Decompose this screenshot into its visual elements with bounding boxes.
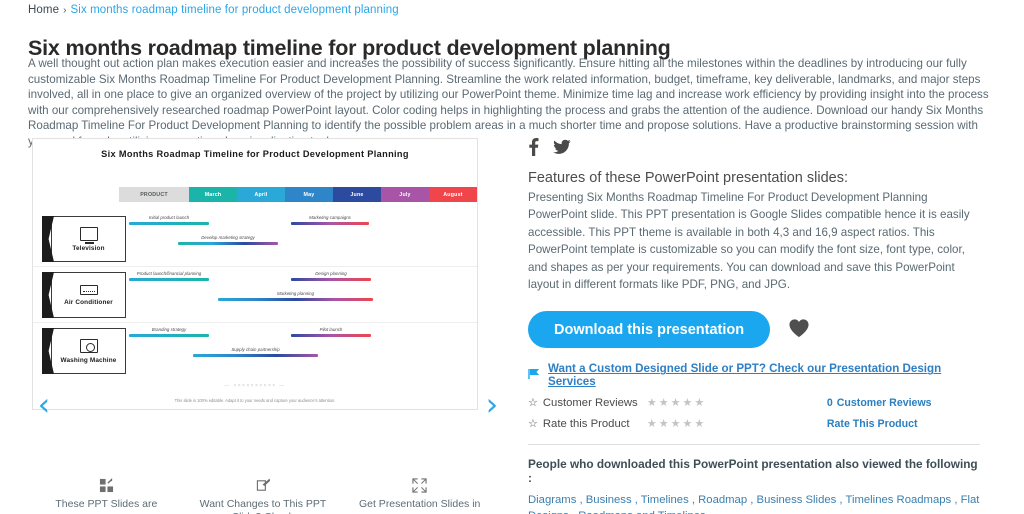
customer-review-stars: ★★★★★ <box>646 396 707 410</box>
breadcrumb-home[interactable]: Home <box>28 4 59 16</box>
review-count-label: Customer Reviews <box>836 396 932 409</box>
feature-item-formats[interactable]: Get Presentation Slides in <box>341 475 498 514</box>
washing-machine-icon <box>79 338 98 353</box>
timeline-bar: Product launch/financial planning <box>129 271 209 281</box>
slide-month-header: PRODUCT March April May June July August <box>119 187 477 202</box>
heart-icon[interactable] <box>788 318 810 342</box>
product-page: Home › Six months roadmap timeline for pro… <box>0 0 1024 514</box>
custom-design-link[interactable]: Want a Custom Designed Slide or PPT? Che… <box>548 362 980 388</box>
bottom-feature-strip: These PPT Slides are Want Changes to Thi… <box>28 475 498 514</box>
slide-month-may: May <box>285 187 333 202</box>
product-card-washing-machine: Washing Machine <box>51 328 126 374</box>
timeline-bar-fill <box>129 333 209 337</box>
timeline-bar-fill <box>291 277 371 281</box>
customer-reviews-label: Customer Reviews <box>542 396 638 409</box>
timeline-bar: Initial product launch <box>129 215 209 225</box>
timeline-bar-label: Branding strategy <box>151 327 187 332</box>
twitter-icon[interactable] <box>553 139 571 159</box>
slide-footnote: This slide is 100% editable. Adapt it to… <box>174 398 336 403</box>
star-outline-icon: ☆ <box>528 417 538 431</box>
breadcrumb-separator-icon: › <box>63 5 67 16</box>
slide-month-july: July <box>381 187 429 202</box>
product-label: Television <box>72 244 105 252</box>
features-heading: Features of these PowerPoint presentatio… <box>528 170 848 186</box>
slides-customizable-icon <box>28 475 185 495</box>
timeline-bar: Pilot launch <box>291 327 371 337</box>
custom-design-row: Want a Custom Designed Slide or PPT? Che… <box>528 362 980 388</box>
customer-review-count-link[interactable]: 0 Customer Reviews <box>827 397 932 409</box>
timeline-bar-fill <box>178 241 278 245</box>
timeline-bar-fill <box>291 221 369 225</box>
customer-reviews-row: ☆ Customer Reviews ★★★★★ 0 Customer Revie… <box>528 396 980 409</box>
next-slide-arrow-icon[interactable]: › <box>480 388 504 422</box>
feature-item-changes[interactable]: Want Changes to This PPT Slide? Check <box>185 475 342 514</box>
product-label: Washing Machine <box>60 356 117 364</box>
rate-product-row: ☆ Rate this Product ★★★★★ Rate This Prod… <box>528 417 980 430</box>
rate-this-product-link[interactable]: Rate This Product <box>827 418 918 430</box>
flag-icon <box>528 368 540 383</box>
slide-month-june: June <box>333 187 381 202</box>
timeline-bar-fill <box>218 297 373 301</box>
features-body: Presenting Six Months Roadmap Timeline F… <box>528 191 970 292</box>
slide-header-product: PRODUCT <box>119 187 189 202</box>
timeline-bar: Marketing campaigns <box>291 215 369 225</box>
timeline-bar-label: Initial product launch <box>148 215 190 220</box>
slide-decoration: — ×××××××××× — <box>224 383 286 389</box>
timeline-bar: Branding strategy <box>129 327 209 337</box>
timeline-bar: Supply chain partnership <box>193 347 318 357</box>
slide-timeline-rows: Television Initial product launch Market… <box>33 211 477 379</box>
timeline-bar-label: Pilot launch <box>319 327 343 332</box>
timeline-bar-label: Design planning <box>315 271 347 276</box>
feature-label: Get Presentation Slides in <box>358 498 481 510</box>
timeline-bar-label: Marketing campaigns <box>309 215 351 220</box>
feature-label: Want Changes to This PPT Slide? Check <box>199 498 327 514</box>
slide-preview-column: Six Months Roadmap Timeline for Product … <box>0 138 510 422</box>
timeline-bar: Design planning <box>291 271 371 281</box>
edit-request-icon <box>185 475 342 495</box>
timeline-bar-fill <box>193 353 318 357</box>
section-divider <box>528 444 980 446</box>
slide-preview[interactable]: Six Months Roadmap Timeline for Product … <box>32 138 478 410</box>
product-card-air-conditioner: Air Conditioner <box>51 272 126 318</box>
breadcrumb-current[interactable]: Six months roadmap timeline for product … <box>71 4 399 16</box>
timeline-bar-fill <box>129 221 209 225</box>
timeline-bar-label: Product launch/financial planning <box>136 271 202 276</box>
review-count: 0 <box>826 396 833 409</box>
timeline-row: Air Conditioner Product launch/financial… <box>33 267 477 323</box>
feature-label: These PPT Slides are <box>55 498 158 510</box>
also-viewed-heading: People who downloaded this PowerPoint pr… <box>528 457 978 486</box>
timeline-row: Television Initial product launch Market… <box>33 211 477 267</box>
also-viewed-links[interactable]: Diagrams , Business , Timelines , Roadma… <box>528 492 980 514</box>
download-presentation-button[interactable]: Download this presentation <box>528 311 771 349</box>
resize-formats-icon <box>341 475 498 495</box>
product-label: Air Conditioner <box>64 298 113 306</box>
timeline-bar: Marketing planning <box>218 291 373 301</box>
feature-item-editable[interactable]: These PPT Slides are <box>28 475 185 514</box>
tv-icon <box>79 226 98 244</box>
timeline-bar-label: Marketing planning <box>276 291 315 296</box>
slide-title: Six Months Roadmap Timeline for Product … <box>101 149 409 159</box>
download-row: Download this presentation <box>528 311 980 349</box>
rate-product-stars[interactable]: ★★★★★ <box>647 417 827 430</box>
rate-product-label: Rate this Product <box>542 417 630 430</box>
timeline-row: Washing Machine Branding strategy Pilot … <box>33 323 477 379</box>
prev-slide-arrow-icon[interactable]: ‹ <box>32 388 56 422</box>
product-card-television: Television <box>51 216 126 262</box>
breadcrumb: Home › Six months roadmap timeline for pro… <box>28 4 399 16</box>
timeline-bar-fill <box>129 277 209 281</box>
timeline-bar: Develop marketing strategy <box>178 235 278 245</box>
social-share-row <box>528 138 980 160</box>
timeline-bar-label: Develop marketing strategy <box>201 235 255 240</box>
product-description: A well thought out action plan makes exe… <box>28 57 989 148</box>
slide-month-march: March <box>189 187 237 202</box>
air-conditioner-icon <box>79 284 98 295</box>
facebook-icon[interactable] <box>528 138 539 160</box>
slide-month-august: August <box>429 187 477 202</box>
product-detail-column: Features of these PowerPoint presentatio… <box>528 138 980 514</box>
star-outline-icon: ☆ <box>528 396 538 410</box>
timeline-bar-label: Supply chain partnership <box>231 347 280 352</box>
slide-month-april: April <box>237 187 285 202</box>
timeline-bar-fill <box>291 333 371 337</box>
